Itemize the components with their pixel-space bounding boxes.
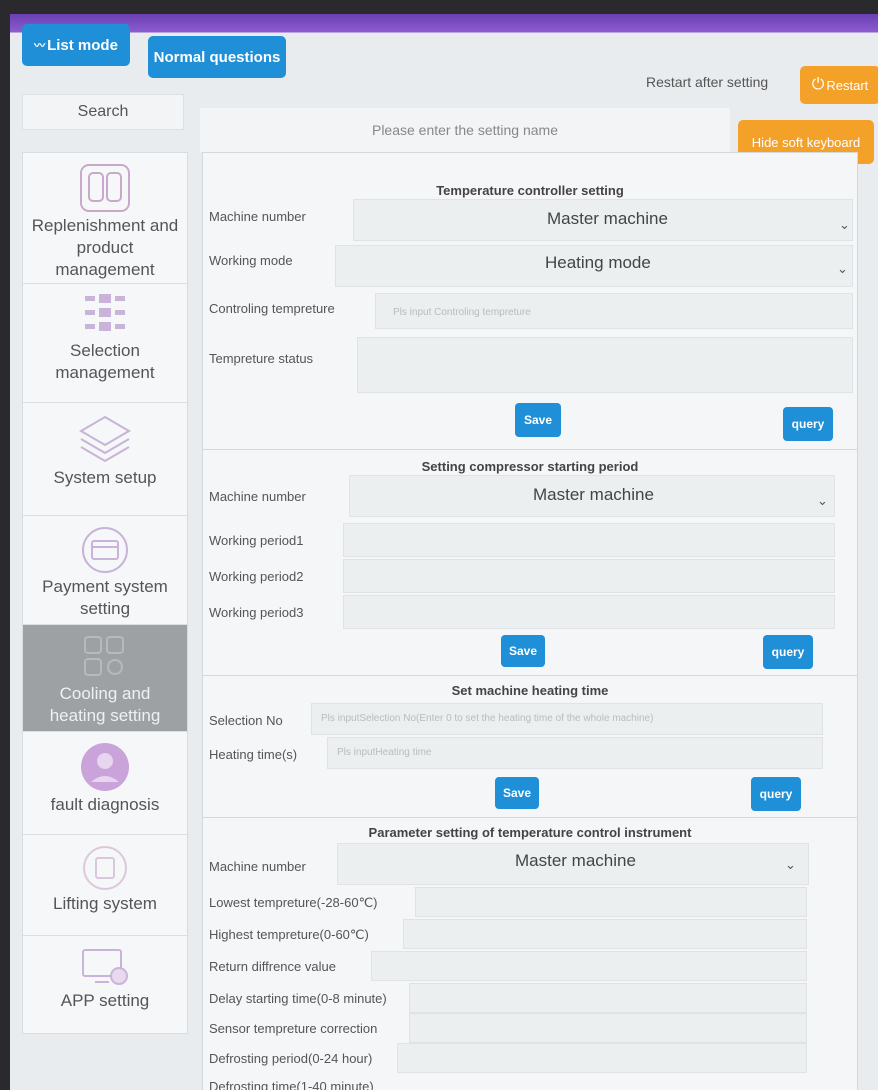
machine-number-label: Machine number xyxy=(209,489,306,504)
query-label: query xyxy=(759,787,793,801)
sidebar-item-label: fault diagnosis xyxy=(50,795,160,814)
temperature-status-label: Tempreture status xyxy=(209,351,314,366)
defrosting-time-label: Defrosting time(1-40 minute) xyxy=(209,1079,374,1090)
chevron-down-icon: ⌄ xyxy=(837,261,848,276)
working-period2-label: Working period2 xyxy=(209,569,304,584)
monitor-gear-icon xyxy=(82,949,128,985)
section-divider xyxy=(203,449,857,450)
lowest-temperature-label: Lowest tempreture(-28-60℃) xyxy=(209,895,378,910)
query-label: query xyxy=(771,645,805,659)
save-label: Save xyxy=(508,644,538,658)
working-period1-input[interactable] xyxy=(343,523,835,557)
machine-number-value: Master machine xyxy=(515,851,636,870)
controlling-temperature-placeholder: Pls input Controling tempreture xyxy=(393,307,531,318)
sidebar-item-label: Cooling and heating setting xyxy=(49,684,161,725)
list-mode-button[interactable]: 〰 List mode xyxy=(22,24,130,66)
machine-number-label: Machine number xyxy=(209,209,306,224)
chevron-down-icon: ⌄ xyxy=(817,493,828,508)
query-label: query xyxy=(791,417,825,431)
list-mode-icon: 〰 xyxy=(34,40,46,52)
sidebar-item-cooling-heating[interactable]: Cooling and heating setting xyxy=(23,625,187,732)
save-button[interactable]: Save xyxy=(501,635,545,667)
search-input[interactable]: Please enter the setting name xyxy=(200,108,730,152)
heating-time-label: Heating time(s) xyxy=(209,747,298,762)
section-divider xyxy=(203,675,857,676)
section-title: Setting compressor starting period xyxy=(421,459,639,474)
highest-temperature-input[interactable] xyxy=(403,919,807,949)
section-divider xyxy=(203,817,857,818)
return-difference-input[interactable] xyxy=(371,951,807,981)
sidebar-item-fault-diagnosis[interactable]: fault diagnosis xyxy=(23,732,187,835)
machine-number-value: Master machine xyxy=(533,485,654,504)
hide-keyboard-label: Hide soft keyboard xyxy=(751,134,861,150)
sidebar-item-system-setup[interactable]: System setup xyxy=(23,403,187,516)
working-period3-input[interactable] xyxy=(343,595,835,629)
defrosting-period-input[interactable] xyxy=(397,1043,807,1073)
save-label: Save xyxy=(502,786,532,800)
working-mode-value: Heating mode xyxy=(545,253,651,272)
sidebar-item-selection[interactable]: Selection management xyxy=(23,284,187,403)
save-label: Save xyxy=(523,413,553,427)
query-button[interactable]: query xyxy=(763,635,813,669)
list-mode-label: List mode xyxy=(47,36,118,54)
section-title: Temperature controller setting xyxy=(436,183,624,198)
selection-no-label: Selection No xyxy=(209,713,283,728)
layers-icon xyxy=(79,415,131,463)
working-period1-label: Working period1 xyxy=(209,533,304,548)
power-icon: ⏻ xyxy=(811,76,825,93)
temperature-status-field xyxy=(357,337,853,393)
sensor-correction-label: Sensor tempreture correction xyxy=(209,1021,378,1036)
chevron-down-icon: ⌄ xyxy=(839,217,850,232)
gear-grid-icon xyxy=(84,636,124,676)
sidebar-item-app-setting[interactable]: APP setting xyxy=(23,936,187,1032)
restart-note: Restart after setting xyxy=(646,74,769,90)
heating-time-placeholder: Pls inputHeating time xyxy=(337,747,432,758)
selection-no-placeholder: Pls inputSelection No(Enter 0 to set the… xyxy=(321,713,654,724)
return-difference-label: Return diffrence value xyxy=(209,959,336,974)
working-mode-label: Working mode xyxy=(209,253,293,268)
restart-label: Restart xyxy=(826,77,869,93)
lowest-temperature-input[interactable] xyxy=(415,887,807,917)
highest-temperature-label: Highest tempreture(0-60℃) xyxy=(209,927,369,942)
lift-icon xyxy=(83,846,127,890)
sidebar-item-label: Replenishment and product management xyxy=(31,216,179,279)
settings-panel: Temperature controller setting Machine n… xyxy=(202,152,858,1090)
normal-questions-button[interactable]: Normal questions xyxy=(148,36,286,78)
save-button[interactable]: Save xyxy=(495,777,539,809)
query-button[interactable]: query xyxy=(751,777,801,811)
section-title: Set machine heating time xyxy=(451,683,609,698)
sensor-correction-input[interactable] xyxy=(409,1013,807,1043)
working-period2-input[interactable] xyxy=(343,559,835,593)
working-period3-label: Working period3 xyxy=(209,605,304,620)
query-button[interactable]: query xyxy=(783,407,833,441)
defrosting-period-label: Defrosting period(0-24 hour) xyxy=(209,1051,373,1066)
machine-number-value: Master machine xyxy=(547,209,668,228)
restart-button[interactable]: ⏻ Restart xyxy=(800,66,878,104)
phone-icon xyxy=(80,164,130,212)
app-screen: 〰 List mode Normal questions Restart aft… xyxy=(10,14,878,1090)
card-icon xyxy=(82,527,128,573)
delay-starting-input[interactable] xyxy=(409,983,807,1013)
chevron-down-icon: ⌄ xyxy=(785,857,796,872)
sidebar-item-label: System setup xyxy=(53,468,157,487)
save-button[interactable]: Save xyxy=(515,403,561,437)
sidebar-item-payment[interactable]: Payment system setting xyxy=(23,516,187,625)
machine-number-label: Machine number xyxy=(209,859,306,874)
controlling-temperature-label: Controling tempreture xyxy=(209,301,335,316)
sidebar-item-replenishment[interactable]: Replenishment and product management xyxy=(23,153,187,284)
normal-questions-label: Normal questions xyxy=(153,48,281,66)
delay-starting-label: Delay starting time(0-8 minute) xyxy=(209,991,387,1006)
sidebar-item-label: APP setting xyxy=(60,991,150,1010)
sidebar-item-label: Payment system setting xyxy=(42,577,168,618)
sidebar-item-lifting[interactable]: Lifting system xyxy=(23,835,187,936)
grid-icon xyxy=(85,294,125,331)
sidebar: Replenishment and product management Sel… xyxy=(22,152,188,1034)
section-title: Parameter setting of temperature control… xyxy=(368,825,692,840)
search-tab[interactable]: Search xyxy=(22,94,184,130)
sidebar-item-label: Lifting system xyxy=(53,894,157,913)
person-icon xyxy=(81,743,129,791)
sidebar-item-label: Selection management xyxy=(55,341,155,382)
